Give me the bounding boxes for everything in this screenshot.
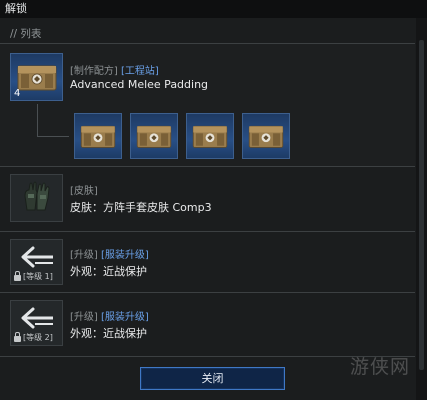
padding-crate-icon[interactable] xyxy=(242,113,290,159)
tag-category[interactable]: [服装升级] xyxy=(101,250,149,261)
scrollbar[interactable] xyxy=(416,18,427,400)
entry-tags: [升级] [服装升级] xyxy=(70,246,149,261)
tag-upgrade: [升级] xyxy=(70,312,98,323)
divider xyxy=(0,231,415,232)
entry-tags: [皮肤] xyxy=(70,182,98,197)
level-badge: [等级 2] xyxy=(14,331,53,343)
tree-connector xyxy=(37,136,69,137)
level-badge: [等级 1] xyxy=(14,270,53,282)
padding-crate-icon[interactable] xyxy=(130,113,178,159)
upgrade-arrow-icon[interactable]: [等级 2] xyxy=(10,300,63,346)
section-label: // 列表 xyxy=(10,28,42,40)
entry-name: 外观：近战保护 xyxy=(70,265,147,278)
padding-crate-icon[interactable]: 4 xyxy=(10,53,63,101)
level-label: [等级 1] xyxy=(23,272,53,281)
divider xyxy=(0,166,415,167)
tag-skin: [皮肤] xyxy=(70,186,98,197)
entry-name: 皮肤：方阵手套皮肤 Comp3 xyxy=(70,201,212,214)
entry-name: 外观：近战保护 xyxy=(70,327,147,340)
tag-upgrade: [升级] xyxy=(70,250,98,261)
padding-crate-icon[interactable] xyxy=(74,113,122,159)
tree-connector xyxy=(37,104,38,136)
scrollbar-thumb[interactable] xyxy=(419,40,424,370)
gloves-icon[interactable] xyxy=(10,174,63,222)
padding-crate-icon[interactable] xyxy=(186,113,234,159)
entry-tags: [升级] [服装升级] xyxy=(70,308,149,323)
lock-icon xyxy=(14,270,21,281)
tag-station[interactable]: [工程站] xyxy=(121,66,159,77)
divider xyxy=(0,292,415,293)
watermark: 游侠网 xyxy=(350,356,411,378)
tag-category[interactable]: [服装升级] xyxy=(101,312,149,323)
upgrade-arrow-icon[interactable]: [等级 1] xyxy=(10,239,63,285)
close-button[interactable]: 关闭 xyxy=(140,367,285,390)
entry-tags: [制作配方] [工程站] xyxy=(70,62,159,77)
window-title: 解锁 xyxy=(0,0,427,18)
quantity-label: 4 xyxy=(14,88,21,99)
tag-recipe: [制作配方] xyxy=(70,66,118,77)
level-label: [等级 2] xyxy=(23,333,53,342)
lock-icon xyxy=(14,331,21,342)
entry-name: Advanced Melee Padding xyxy=(70,78,209,91)
